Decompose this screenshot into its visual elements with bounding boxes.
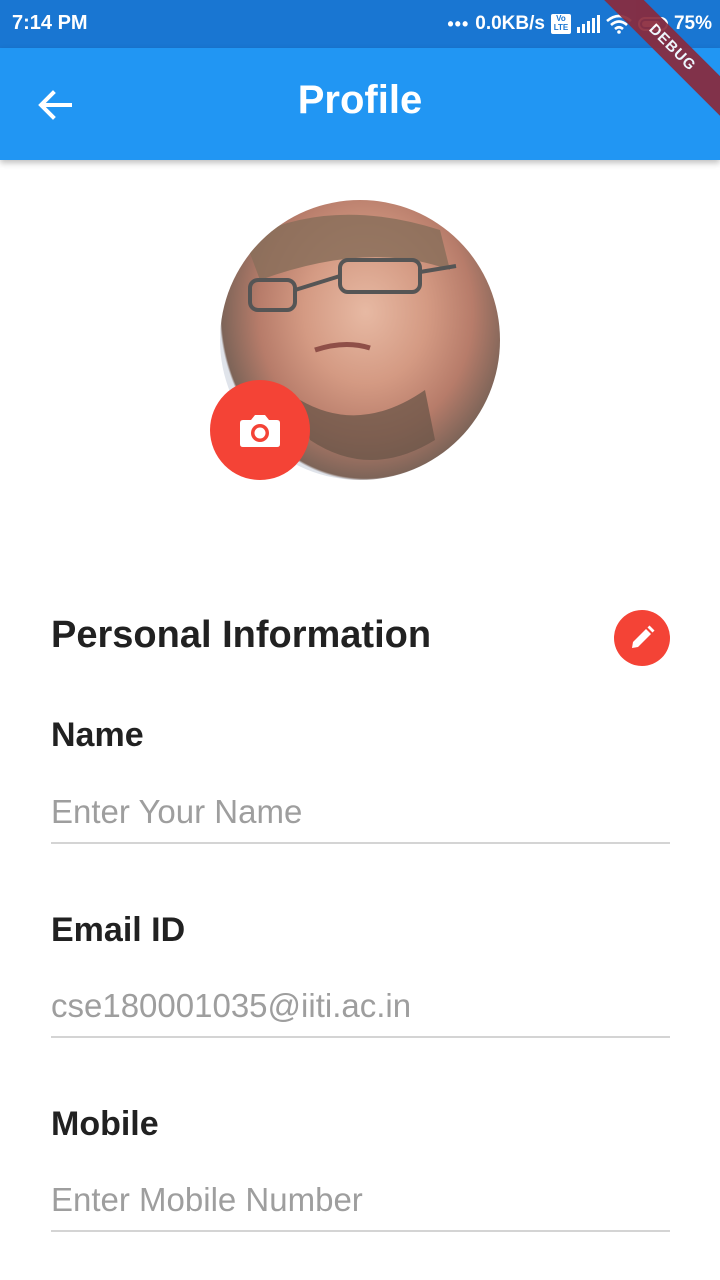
- volte-icon: Vo LTE: [550, 14, 571, 34]
- signal-icon: [576, 15, 600, 33]
- email-label: Email ID: [51, 911, 186, 949]
- page-title: Profile: [297, 78, 423, 122]
- network-speed: 0.0KB/s: [475, 13, 545, 34]
- name-label: Name: [51, 716, 144, 754]
- battery-level: 75%: [673, 13, 712, 34]
- email-input[interactable]: [51, 976, 670, 1038]
- mobile-label: Mobile: [51, 1105, 159, 1143]
- app-bar: Profile: [0, 48, 720, 160]
- name-input[interactable]: [51, 782, 670, 844]
- section-title: Personal Information: [51, 614, 432, 656]
- change-photo-button[interactable]: [210, 380, 310, 480]
- status-time: 7:14 PM: [12, 12, 88, 34]
- notification-dots-icon: •••: [447, 13, 470, 34]
- camera-icon: [240, 415, 280, 447]
- mobile-input[interactable]: [51, 1170, 670, 1232]
- edit-button[interactable]: [614, 610, 670, 666]
- pencil-icon: [632, 625, 655, 648]
